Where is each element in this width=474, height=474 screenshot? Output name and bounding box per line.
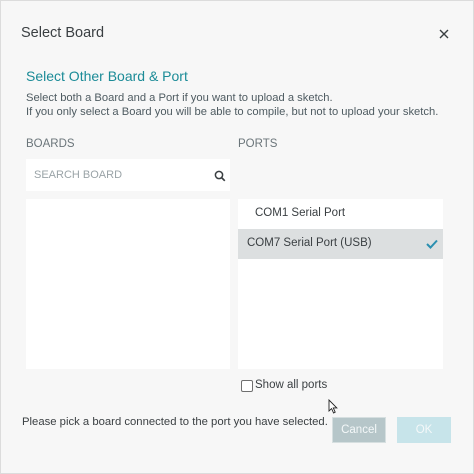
- description-line-2: If you only select a Board you will be a…: [26, 105, 439, 118]
- check-icon: [426, 239, 438, 249]
- show-all-ports-label[interactable]: Show all ports: [255, 379, 327, 391]
- dialog-title: Select Board: [21, 25, 105, 41]
- ok-button[interactable]: OK: [397, 417, 451, 443]
- boards-label: BOARDS: [26, 138, 75, 150]
- port-label: COM7 Serial Port (USB): [247, 237, 372, 249]
- description-line-1: Select both a Board and a Port if you wa…: [26, 92, 333, 104]
- dialog-description: Select both a Board and a Port if you wa…: [26, 92, 438, 119]
- boards-list[interactable]: [26, 199, 230, 369]
- mouse-cursor-icon: [328, 399, 338, 414]
- select-board-dialog: Select Board Select Other Board & Port S…: [0, 0, 474, 474]
- ports-label: PORTS: [238, 138, 278, 150]
- show-all-ports-checkbox[interactable]: [241, 380, 253, 392]
- board-search-input[interactable]: [34, 159, 204, 191]
- port-item-com7[interactable]: COM7 Serial Port (USB): [238, 229, 443, 259]
- status-message: Please pick a board connected to the por…: [22, 416, 328, 428]
- dialog-subtitle: Select Other Board & Port: [26, 68, 188, 84]
- close-icon[interactable]: [437, 27, 451, 41]
- search-icon[interactable]: [214, 169, 226, 182]
- board-search-box: [26, 159, 230, 191]
- port-item-com1[interactable]: COM1 Serial Port: [238, 199, 443, 229]
- port-label: COM1 Serial Port: [255, 207, 346, 219]
- cancel-button[interactable]: Cancel: [332, 417, 386, 443]
- ports-list[interactable]: COM1 Serial Port COM7 Serial Port (USB): [238, 199, 443, 369]
